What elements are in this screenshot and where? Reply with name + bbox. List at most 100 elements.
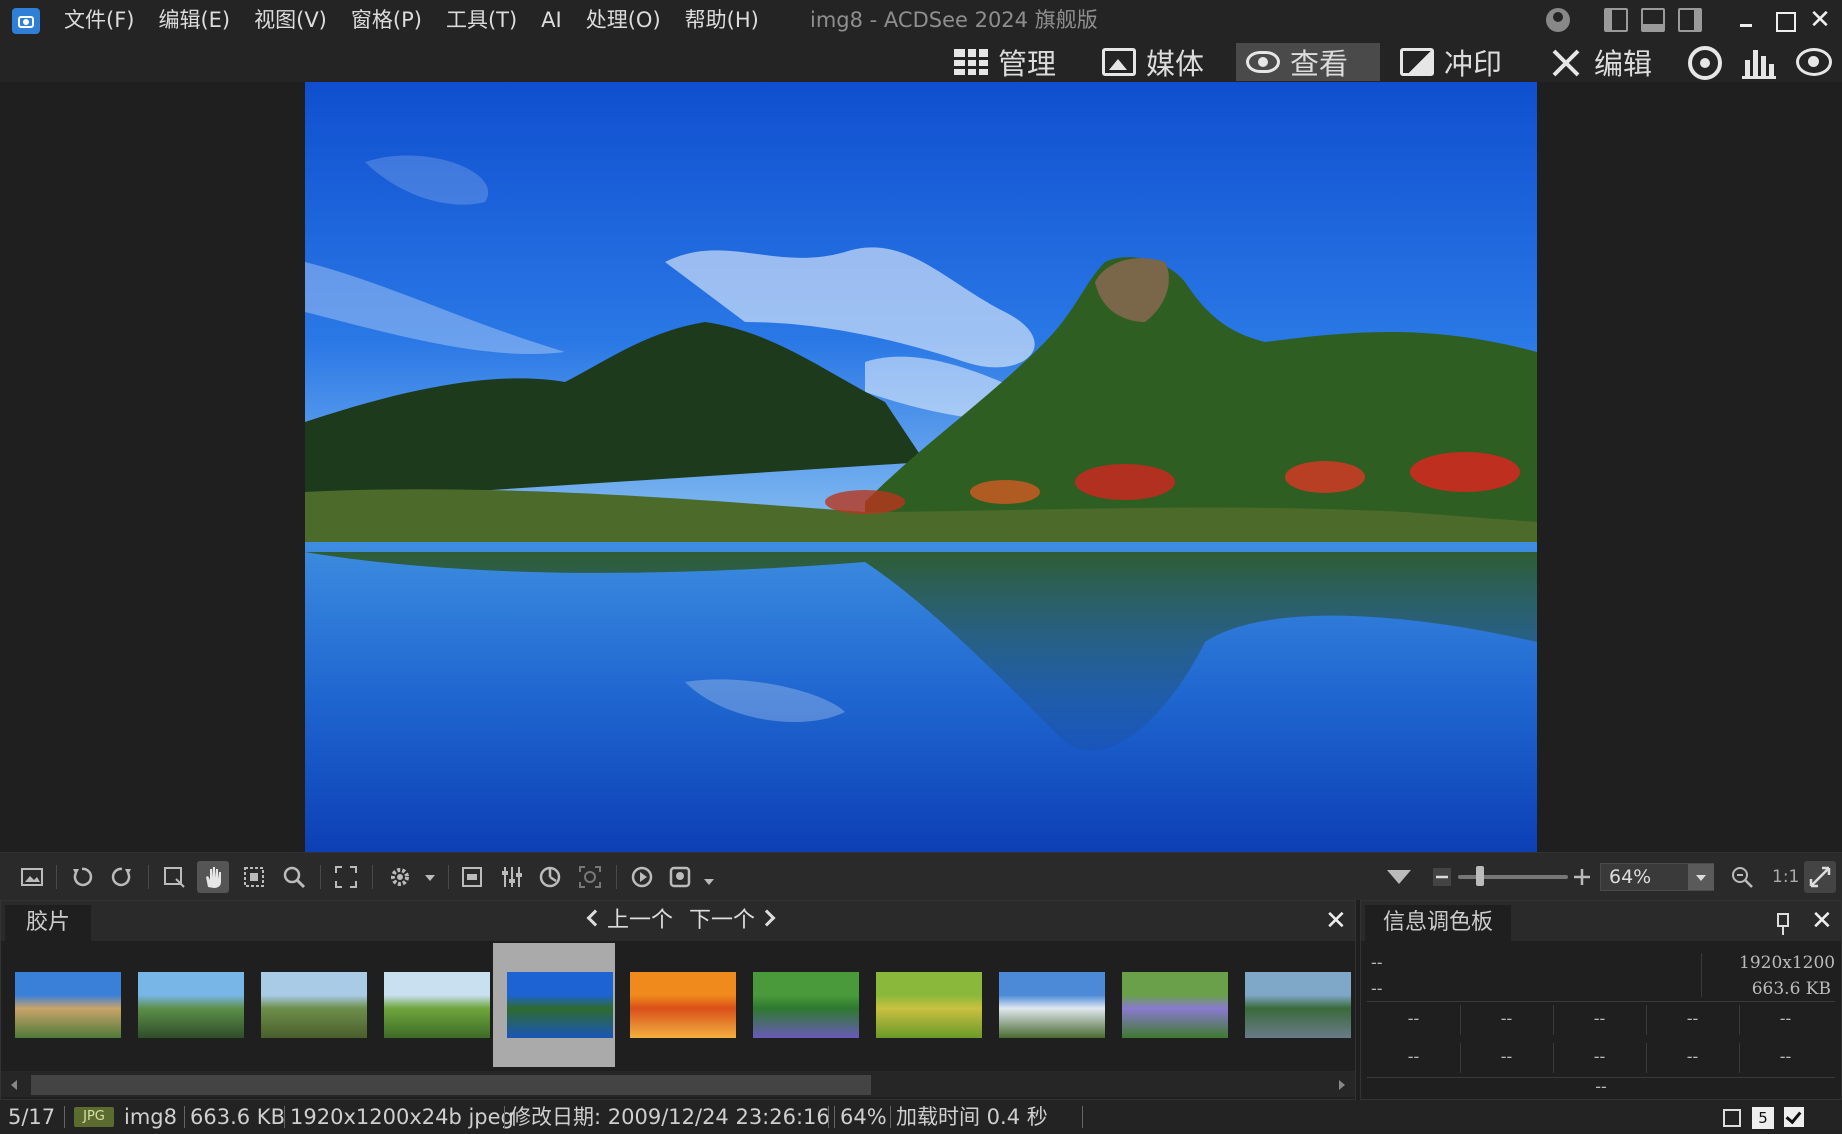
fit-zoom-icon[interactable] bbox=[1730, 865, 1754, 889]
mode-develop-button[interactable]: 冲印 bbox=[1390, 43, 1534, 81]
toolbar-separator bbox=[372, 865, 373, 889]
scroll-left-arrow-icon[interactable] bbox=[11, 1080, 17, 1090]
chevron-down-icon[interactable] bbox=[422, 865, 438, 889]
save-image-icon[interactable] bbox=[20, 865, 44, 889]
layout-bottom-panel-icon[interactable] bbox=[1641, 8, 1665, 32]
scroll-right-arrow-icon[interactable] bbox=[1339, 1080, 1345, 1090]
mode-media-button[interactable]: 媒体 bbox=[1092, 43, 1232, 81]
dashboard-chart-icon[interactable] bbox=[1742, 46, 1776, 80]
status-zoom: 64% bbox=[840, 1105, 887, 1129]
menu-pane[interactable]: 窗格(P) bbox=[339, 0, 434, 40]
zoom-dropdown-button[interactable] bbox=[1688, 864, 1714, 890]
pin-icon[interactable] bbox=[1777, 913, 1789, 935]
info-divider bbox=[1701, 953, 1702, 997]
mode-media-label: 媒体 bbox=[1146, 47, 1205, 81]
chevron-down-icon[interactable] bbox=[702, 875, 716, 899]
tab-filmstrip[interactable]: 胶片 bbox=[5, 905, 91, 941]
close-icon[interactable]: ✕ bbox=[1806, 6, 1834, 34]
image-viewer[interactable] bbox=[0, 82, 1842, 852]
status-separator bbox=[284, 1106, 285, 1128]
thumbnail-image bbox=[15, 972, 121, 1038]
selection-icon[interactable] bbox=[242, 865, 266, 889]
status-filename: img8 bbox=[124, 1105, 177, 1129]
previous-image-button[interactable]: 上一个 bbox=[583, 901, 673, 941]
filmstrip-thumbnail[interactable] bbox=[739, 943, 861, 1067]
next-label: 下一个 bbox=[689, 908, 756, 933]
scrollbar-thumb[interactable] bbox=[31, 1075, 871, 1095]
menu-tools[interactable]: 工具(T) bbox=[434, 0, 529, 40]
mode-view-button[interactable]: 查看 bbox=[1236, 43, 1380, 81]
close-icon[interactable]: ✕ bbox=[1325, 905, 1347, 937]
rotate-right-icon[interactable] bbox=[110, 865, 134, 889]
filmstrip-scrollbar[interactable] bbox=[1, 1071, 1355, 1097]
mode-365-icon[interactable] bbox=[1688, 46, 1722, 80]
actual-size-button[interactable]: 1:1 bbox=[1772, 863, 1799, 891]
rotate-left-icon[interactable] bbox=[70, 865, 94, 889]
auto-enhance-icon[interactable] bbox=[388, 865, 412, 889]
mode-view-label: 查看 bbox=[1290, 47, 1349, 81]
filmstrip-thumbnail[interactable] bbox=[1108, 943, 1230, 1067]
filter-funnel-icon[interactable] bbox=[1386, 865, 1411, 889]
layout-right-panel-icon[interactable] bbox=[1678, 8, 1702, 32]
selected-count-badge[interactable]: 5 bbox=[1752, 1107, 1774, 1129]
filmstrip-thumbnail[interactable] bbox=[862, 943, 984, 1067]
filmstrip-thumbnail[interactable] bbox=[493, 943, 615, 1067]
close-icon[interactable]: ✕ bbox=[1811, 905, 1833, 937]
status-filesize: 663.6 KB bbox=[190, 1105, 285, 1129]
filmstrip-thumbnail[interactable] bbox=[1, 943, 123, 1067]
mode-edit-button[interactable]: 编辑 bbox=[1540, 43, 1684, 81]
user-account-icon[interactable] bbox=[1546, 8, 1570, 32]
menu-bar: 文件(F) 编辑(E) 视图(V) 窗格(P) 工具(T) AI 处理(O) 帮… bbox=[52, 0, 771, 40]
filmstrip-thumbnail[interactable] bbox=[370, 943, 492, 1067]
adjust-sliders-icon[interactable] bbox=[500, 865, 524, 889]
menu-help[interactable]: 帮助(H) bbox=[673, 0, 771, 40]
next-image-button[interactable]: 下一个 bbox=[689, 901, 779, 941]
info-footer-value: -- bbox=[1595, 1077, 1607, 1097]
menu-edit[interactable]: 编辑(E) bbox=[146, 0, 242, 40]
filmstrip-thumbnail[interactable] bbox=[1231, 943, 1353, 1067]
info-exif-value: -- bbox=[1407, 1009, 1420, 1029]
app-camera-icon[interactable] bbox=[12, 8, 40, 34]
filmstrip-thumbnail[interactable] bbox=[985, 943, 1107, 1067]
batch-edit-icon[interactable] bbox=[460, 865, 484, 889]
mode-manage-button[interactable]: 管理 bbox=[944, 43, 1084, 81]
fit-window-icon[interactable] bbox=[1723, 1109, 1741, 1127]
checkbox-checked-icon[interactable] bbox=[1784, 1107, 1804, 1127]
menu-file[interactable]: 文件(F) bbox=[52, 0, 146, 40]
toolbar-separator bbox=[616, 865, 617, 889]
expand-diagonal-icon[interactable] bbox=[1804, 861, 1836, 893]
status-bar: 5/17 JPG img8 663.6 KB 1920x1200x24b jpe… bbox=[0, 1100, 1842, 1134]
menu-ai[interactable]: AI bbox=[529, 0, 574, 40]
mode-edit-label: 编辑 bbox=[1594, 47, 1653, 81]
privacy-eye-icon[interactable] bbox=[1796, 48, 1832, 76]
mode-manage-label: 管理 bbox=[998, 47, 1057, 81]
filmstrip-thumbnail[interactable] bbox=[247, 943, 369, 1067]
zoom-tool-icon[interactable] bbox=[282, 865, 306, 889]
info-divider bbox=[1646, 1005, 1647, 1035]
color-wheel-icon[interactable] bbox=[538, 865, 562, 889]
menu-view[interactable]: 视图(V) bbox=[242, 0, 339, 40]
full-screen-icon[interactable] bbox=[334, 865, 358, 889]
hand-pan-icon[interactable] bbox=[197, 861, 229, 893]
layout-left-panel-icon[interactable] bbox=[1604, 8, 1628, 32]
filmstrip-thumbnail[interactable] bbox=[124, 943, 246, 1067]
maximize-icon[interactable] bbox=[1770, 6, 1798, 34]
tab-info-palette[interactable]: 信息调色板 bbox=[1365, 905, 1511, 941]
face-detect-icon[interactable] bbox=[578, 865, 602, 889]
lake-landscape-image bbox=[305, 82, 1537, 852]
minimize-icon[interactable] bbox=[1734, 6, 1762, 34]
displayed-photo[interactable] bbox=[305, 82, 1537, 852]
menu-process[interactable]: 处理(O) bbox=[574, 0, 673, 40]
zoom-out-icon[interactable] bbox=[1430, 865, 1454, 889]
toolbar-separator bbox=[56, 865, 57, 889]
zoom-in-icon[interactable] bbox=[1570, 865, 1594, 889]
export-share-icon[interactable] bbox=[668, 865, 692, 889]
filmstrip-thumbnail[interactable] bbox=[616, 943, 738, 1067]
info-palette-panel: 信息调色板 ✕ -- -- 1920x1200 663.6 KB -- -- --… bbox=[1360, 900, 1842, 1100]
status-separator bbox=[828, 1106, 829, 1128]
zoom-slider-track[interactable] bbox=[1458, 875, 1568, 879]
zoom-slider-thumb[interactable] bbox=[1476, 866, 1484, 886]
crop-select-icon[interactable] bbox=[162, 865, 186, 889]
window-title: img8 - ACDSee 2024 旗舰版 bbox=[810, 8, 1098, 32]
slideshow-play-icon[interactable] bbox=[630, 865, 654, 889]
